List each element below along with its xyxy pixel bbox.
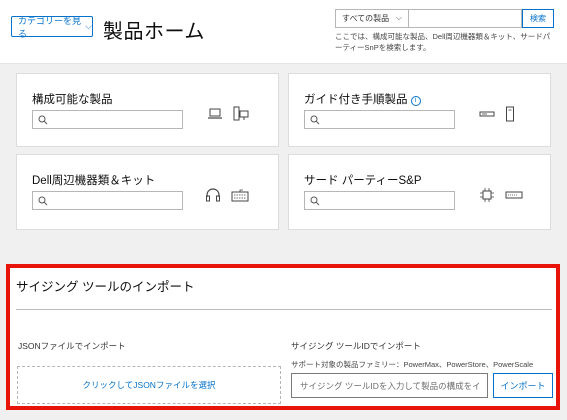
keyboard-icon [231, 189, 249, 202]
drive-icon [505, 191, 523, 199]
import-button[interactable]: インポート [493, 373, 553, 398]
card-title: 構成可能な製品 [32, 94, 113, 106]
card-icons [205, 187, 249, 203]
search-icon [38, 196, 48, 206]
card-title: サード パーティーS&P [304, 175, 422, 187]
card-configurable-products[interactable]: 構成可能な製品 [16, 73, 279, 147]
search-button[interactable]: 検索 [522, 9, 554, 28]
search-icon [38, 115, 48, 125]
divider [16, 309, 552, 310]
id-import-label: サイジング ツールIDでインポート [291, 341, 421, 351]
card-search-input[interactable] [32, 110, 183, 129]
card-title-text: ガイド付き手順製品 [304, 94, 408, 106]
card-title: ガイド付き手順製品 i [304, 91, 421, 107]
tower-icon [506, 106, 514, 122]
search-input[interactable] [409, 9, 522, 28]
card-third-party[interactable]: サード パーティーS&P [288, 154, 551, 230]
sizing-tool-import-section: サイジング ツールのインポート JSONファイルでインポート クリックしてJSO… [6, 264, 560, 410]
json-import-label: JSONファイルでインポート [18, 341, 126, 351]
select-json-file-button[interactable]: クリックしてJSONファイルを選択 [17, 366, 281, 404]
view-categories-button[interactable]: カテゴリーを見る ⌵ [11, 15, 93, 39]
card-title: Dell周辺機器類＆キット [32, 175, 156, 187]
laptop-icon [208, 108, 222, 119]
sizing-tool-id-input[interactable] [291, 373, 488, 398]
search-icon [310, 196, 320, 206]
card-guided-products[interactable]: ガイド付き手順製品 i [288, 73, 551, 147]
import-section-title: サイジング ツールのインポート [16, 280, 195, 294]
card-search-input[interactable] [304, 110, 455, 129]
card-icons [479, 187, 523, 203]
card-dell-peripherals[interactable]: Dell周辺機器類＆キット [16, 154, 279, 230]
search-icon [310, 115, 320, 125]
search-scope-value: すべての製品 [342, 14, 390, 23]
search-scope-select[interactable]: すべての製品 ⌵ [335, 9, 409, 28]
view-categories-label: カテゴリーを見る [18, 15, 82, 39]
chevron-down-icon: ⌵ [85, 21, 92, 31]
server-icon [479, 111, 495, 117]
page-header: カテゴリーを見る ⌵ 製品ホーム すべての製品 ⌵ 検索 ここでは、構成可能な製… [0, 0, 567, 64]
desktop-icon [233, 106, 249, 121]
headset-icon [206, 188, 220, 202]
card-icons [479, 106, 515, 122]
card-icons [207, 106, 249, 122]
page-title: 製品ホーム [103, 21, 205, 43]
supported-families-label: サポート対象の製品ファミリー：PowerMax、PowerStore、Power… [291, 360, 534, 369]
info-icon[interactable]: i [410, 96, 421, 106]
card-search-input[interactable] [32, 191, 183, 210]
card-search-input[interactable] [304, 191, 455, 210]
chevron-down-icon: ⌵ [395, 13, 402, 22]
chip-icon [480, 188, 494, 202]
search-hint: ここでは、構成可能な製品、Dell周辺機器類＆キット、サードパーティーSnPを検… [335, 32, 551, 52]
